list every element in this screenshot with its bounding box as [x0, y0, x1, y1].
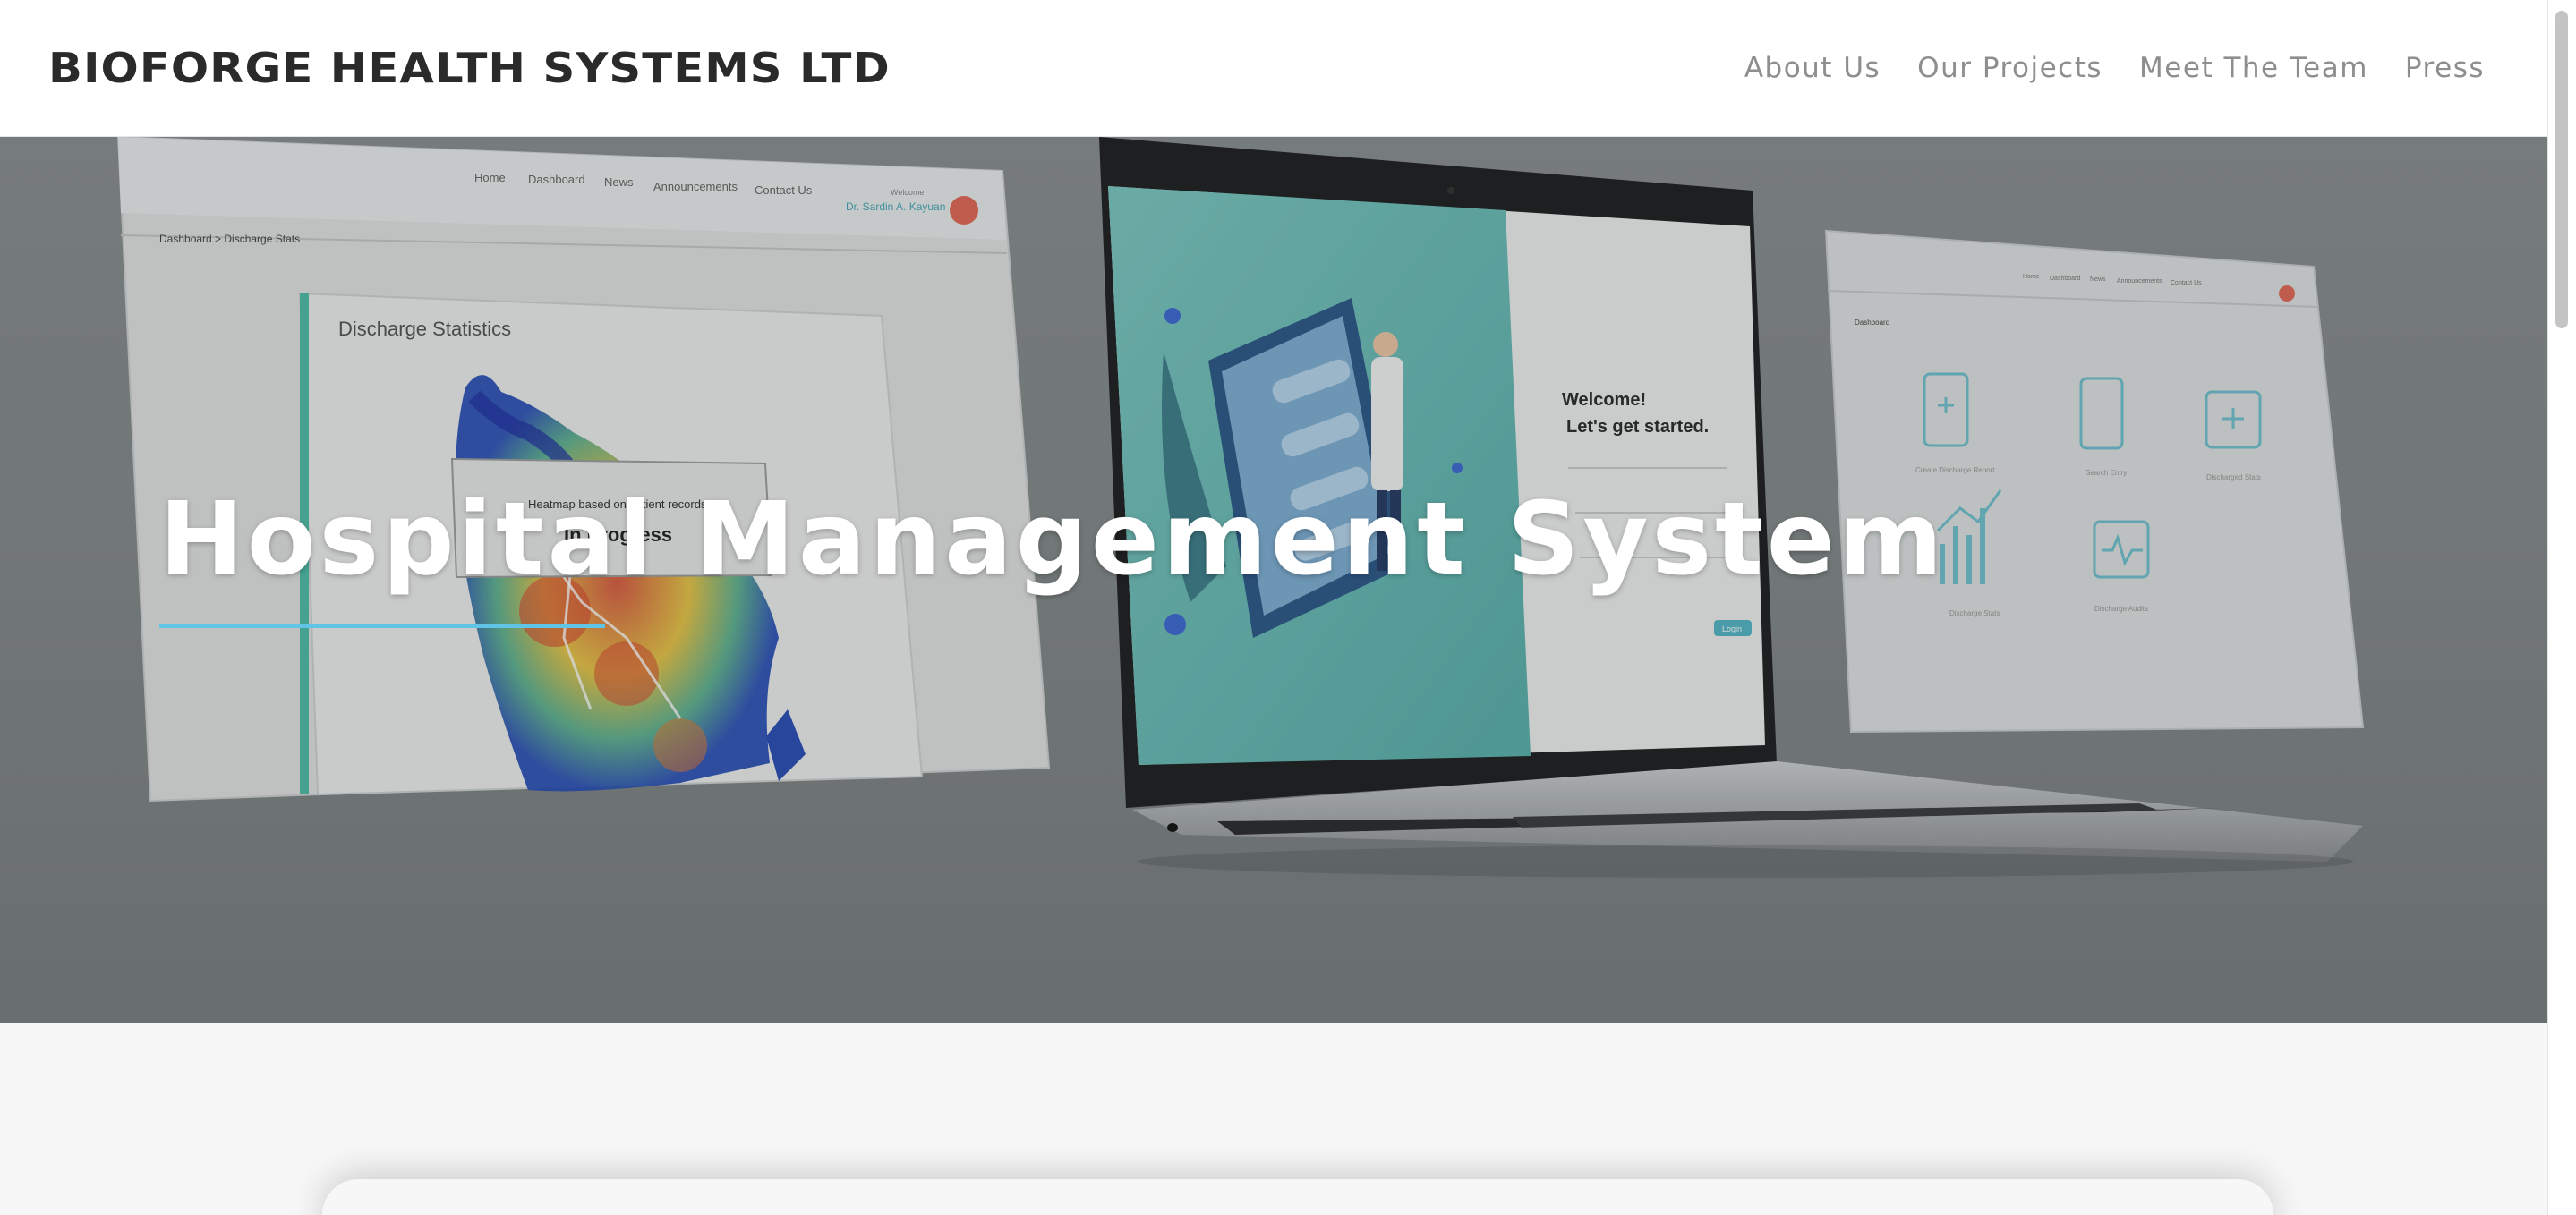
- content-card: [322, 1179, 2273, 1215]
- nav-about-us[interactable]: About Us: [1744, 52, 1881, 84]
- company-logo[interactable]: BIOFORGE HEALTH SYSTEMS LTD: [48, 44, 891, 92]
- scrollbar-thumb[interactable]: [2555, 11, 2568, 328]
- nav-meet-the-team[interactable]: Meet The Team: [2139, 52, 2368, 84]
- site-header: BIOFORGE HEALTH SYSTEMS LTD About Us Our…: [0, 0, 2547, 137]
- nav-our-projects[interactable]: Our Projects: [1917, 52, 2103, 84]
- hero-title: Hospital Management System: [159, 481, 1947, 598]
- main-nav: About Us Our Projects Meet The Team Pres…: [1744, 52, 2485, 84]
- nav-press[interactable]: Press: [2405, 52, 2485, 84]
- page-scrollbar[interactable]: [2547, 0, 2576, 1215]
- hero-banner: Home Dashboard News Announcements Contac…: [0, 137, 2547, 1023]
- page: BIOFORGE HEALTH SYSTEMS LTD About Us Our…: [0, 0, 2576, 1215]
- hero-title-underline: [159, 624, 605, 628]
- content-section: [0, 1023, 2547, 1215]
